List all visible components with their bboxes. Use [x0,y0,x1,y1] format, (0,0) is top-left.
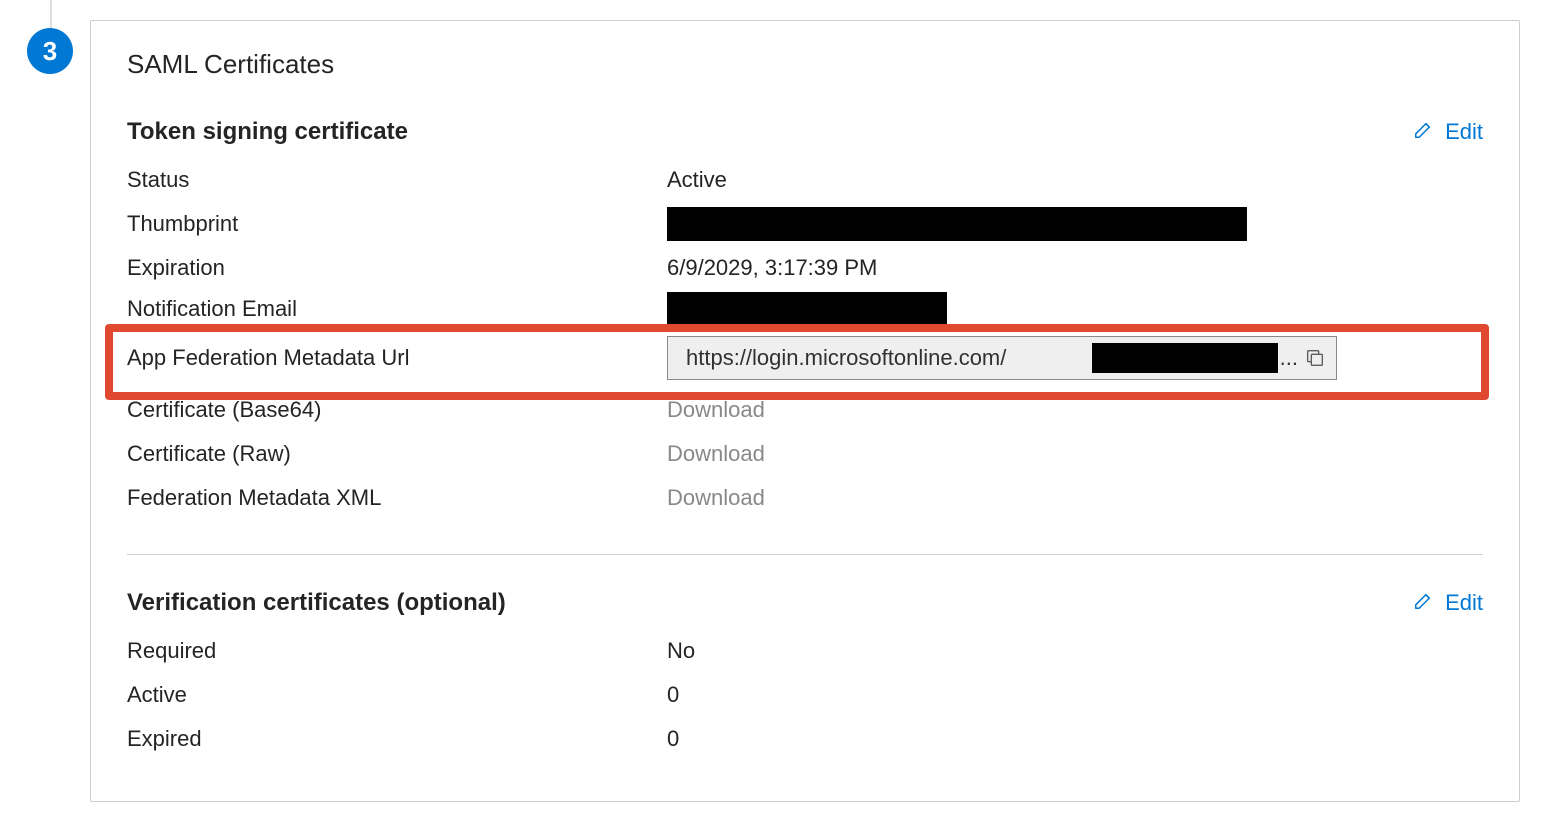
expiration-row: Expiration 6/9/2029, 3:17:39 PM [127,246,1483,290]
status-row: Status Active [127,158,1483,202]
pencil-icon [1413,118,1435,146]
saml-certificates-card: SAML Certificates Token signing certific… [90,20,1520,802]
notification-email-value [667,292,1483,326]
step-number-badge: 3 [27,28,73,74]
copy-url-button[interactable] [1304,347,1326,369]
edit-verification-button[interactable]: Edit [1413,589,1483,617]
metadata-url-text: https://login.microsoftonline.com/ [686,345,1090,371]
required-row: Required No [127,629,1483,673]
active-row: Active 0 [127,673,1483,717]
verification-title: Verification certificates (optional) [127,589,506,617]
notification-email-row: Notification Email [127,290,1483,328]
required-value: No [667,638,1483,664]
expired-label: Expired [127,726,667,752]
expiration-value: 6/9/2029, 3:17:39 PM [667,255,1483,281]
download-raw-link[interactable]: Download [667,441,765,467]
thumbprint-value [667,207,1483,241]
rail-line [50,0,52,30]
thumbprint-row: Thumbprint [127,202,1483,246]
redacted-url-segment [1092,343,1278,373]
cert-raw-label: Certificate (Raw) [127,441,667,467]
notification-email-label: Notification Email [127,296,667,322]
cert-base64-label: Certificate (Base64) [127,397,667,423]
metadata-url-prefix: https://login.microsoftonline.com/ [686,345,1006,370]
required-label: Required [127,638,667,664]
fed-xml-label: Federation Metadata XML [127,485,667,511]
active-label: Active [127,682,667,708]
card-title: SAML Certificates [127,49,1483,80]
token-signing-header: Token signing certificate Edit [127,118,1483,146]
status-label: Status [127,167,667,193]
active-value: 0 [667,682,1483,708]
expiration-label: Expiration [127,255,667,281]
redacted-thumbprint [667,207,1247,241]
saml-step-container: 3 SAML Certificates Token signing certif… [0,0,1544,832]
metadata-url-row: App Federation Metadata Url https://logi… [127,328,1483,388]
cert-raw-row: Certificate (Raw) Download [127,432,1483,476]
download-fedxml-link[interactable]: Download [667,485,765,511]
edit-label: Edit [1445,590,1483,616]
metadata-url-ellipsis: ... [1280,345,1298,371]
step-rail: 3 [10,20,90,74]
expired-value: 0 [667,726,1483,752]
pencil-icon [1413,589,1435,617]
cert-base64-row: Certificate (Base64) Download [127,388,1483,432]
section-divider [127,554,1483,555]
metadata-url-field[interactable]: https://login.microsoftonline.com/ ... [667,336,1337,380]
download-base64-link[interactable]: Download [667,397,765,423]
fed-xml-row: Federation Metadata XML Download [127,476,1483,520]
verification-header: Verification certificates (optional) Edi… [127,589,1483,617]
redacted-email [667,292,947,326]
edit-token-signing-button[interactable]: Edit [1413,118,1483,146]
metadata-url-label: App Federation Metadata Url [127,345,667,371]
thumbprint-label: Thumbprint [127,211,667,237]
status-value: Active [667,167,1483,193]
token-signing-title: Token signing certificate [127,118,408,146]
expired-row: Expired 0 [127,717,1483,761]
edit-label: Edit [1445,119,1483,145]
